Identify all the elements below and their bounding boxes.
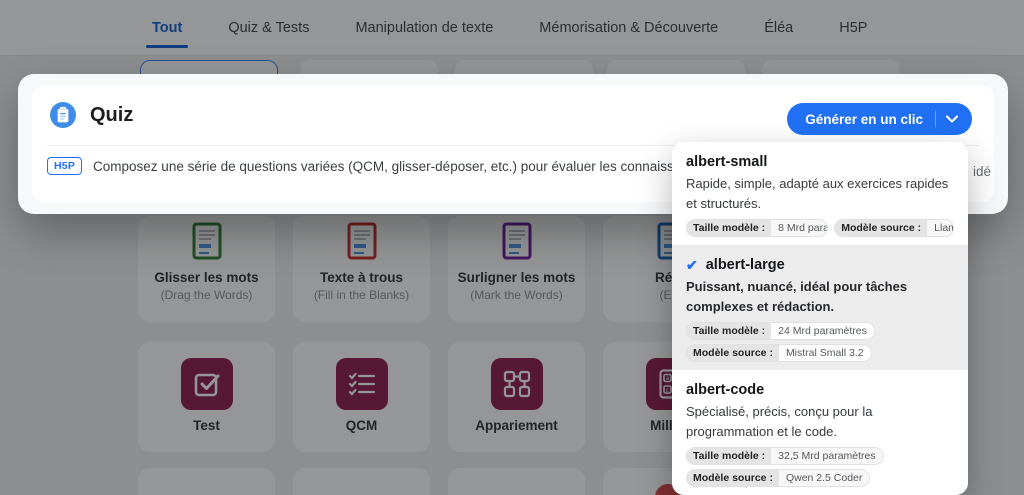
model-select-menu: albert-small Rapide, simple, adapté aux … bbox=[672, 142, 968, 495]
model-description: Rapide, simple, adapté aux exercices rap… bbox=[686, 174, 954, 214]
app-page: Tout Quiz & Tests Manipulation de texte … bbox=[0, 0, 1024, 495]
generate-one-click-button[interactable]: Générer en un clic bbox=[787, 103, 972, 135]
model-source-pill: Modèle source : Llama 3.1 bbox=[834, 219, 954, 237]
model-size-pill: Taille modèle : 24 Mrd paramètres bbox=[686, 322, 875, 340]
pill-value: Llama 3.1 bbox=[927, 220, 954, 236]
model-description: Spécialisé, précis, conçu pour la progra… bbox=[686, 402, 954, 442]
pill-value: Mistral Small 3.2 bbox=[779, 345, 871, 361]
model-size-pill: Taille modèle : 8 Mrd paramètres bbox=[686, 219, 828, 237]
pill-value: 32,5 Mrd paramètres bbox=[771, 448, 882, 464]
menu-item-albert-small[interactable]: albert-small Rapide, simple, adapté aux … bbox=[672, 142, 968, 245]
modal-title: Quiz bbox=[90, 104, 133, 127]
model-size-pill: Taille modèle : 32,5 Mrd paramètres bbox=[686, 447, 884, 465]
model-name: albert-code bbox=[686, 380, 764, 400]
clipboard-icon bbox=[50, 102, 76, 128]
menu-item-albert-code[interactable]: albert-code Spécialisé, précis, conçu po… bbox=[672, 370, 968, 495]
pill-value: 24 Mrd paramètres bbox=[771, 323, 874, 339]
pill-label: Modèle source : bbox=[687, 345, 779, 361]
check-icon: ✔ bbox=[686, 257, 698, 274]
model-name: albert-large bbox=[706, 255, 785, 275]
pill-label: Modèle source : bbox=[687, 470, 779, 486]
pill-label: Taille modèle : bbox=[687, 220, 771, 236]
pill-value: Qwen 2.5 Coder bbox=[779, 470, 869, 486]
pill-label: Modèle source : bbox=[835, 220, 927, 236]
pill-value: 8 Mrd paramètres bbox=[771, 220, 828, 236]
chevron-down-icon bbox=[946, 115, 958, 123]
model-description: Puissant, nuancé, idéal pour tâches comp… bbox=[686, 277, 954, 317]
model-name: albert-small bbox=[686, 152, 767, 172]
model-source-pill: Modèle source : Mistral Small 3.2 bbox=[686, 344, 872, 362]
button-divider bbox=[935, 111, 936, 127]
generate-button-label: Générer en un clic bbox=[805, 112, 923, 127]
menu-item-albert-large-selected[interactable]: ✔ albert-large Puissant, nuancé, idéal p… bbox=[672, 245, 968, 370]
pill-label: Taille modèle : bbox=[687, 448, 771, 464]
modal-partial-text: idé bbox=[973, 164, 991, 179]
modal-description: Composez une série de questions variées … bbox=[93, 159, 714, 174]
model-source-pill: Modèle source : Qwen 2.5 Coder bbox=[686, 469, 870, 487]
pill-label: Taille modèle : bbox=[687, 323, 771, 339]
h5p-badge: H5P bbox=[47, 157, 82, 175]
